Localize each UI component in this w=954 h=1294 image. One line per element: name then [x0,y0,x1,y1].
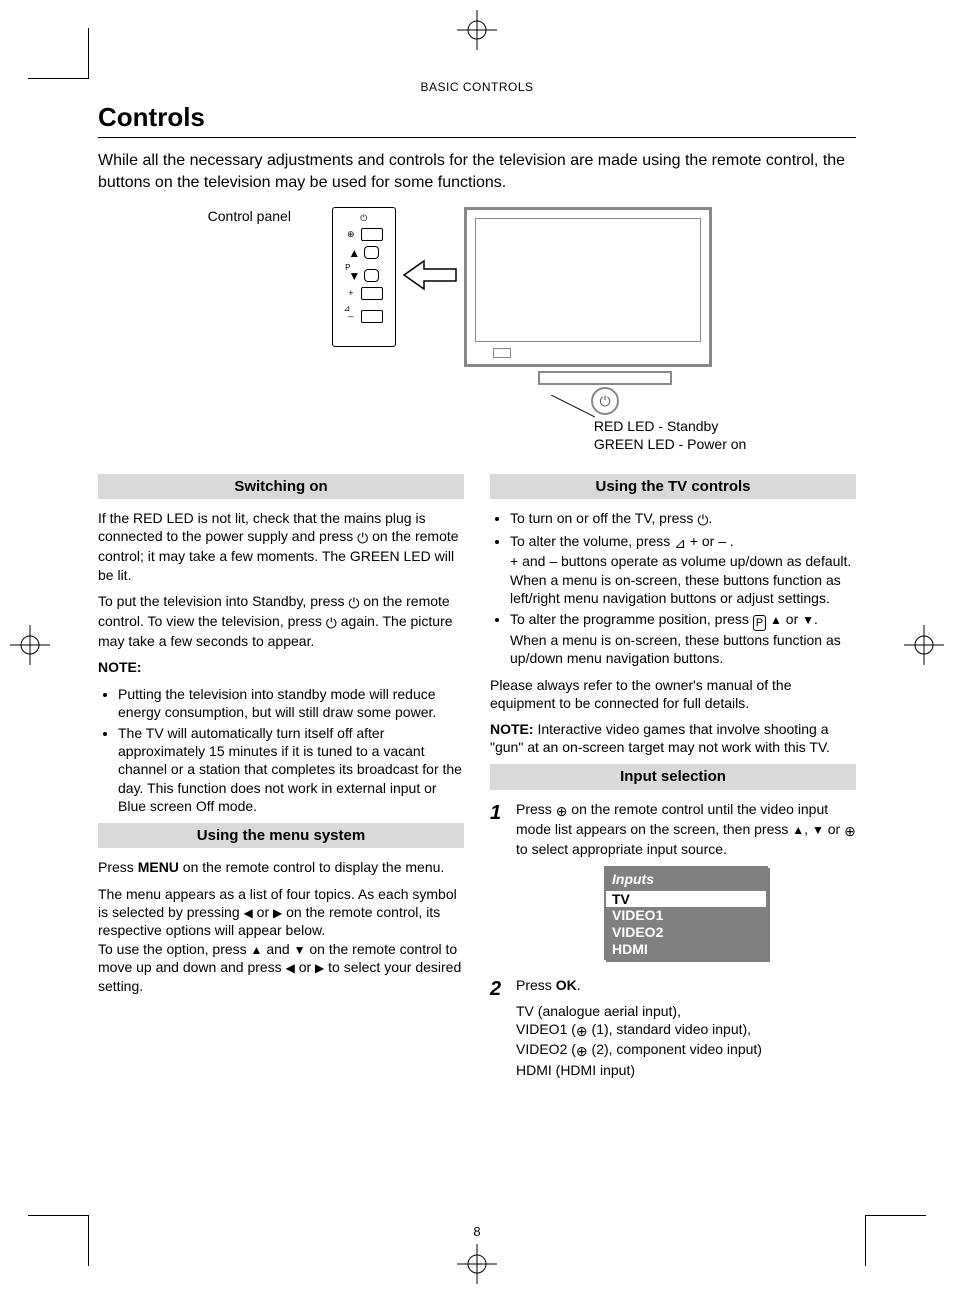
running-head: BASIC CONTROLS [98,80,856,94]
switching-on-p1: If the RED LED is not lit, check that th… [98,509,464,584]
input-descriptions: TV (analogue aerial input), VIDEO1 (⊕ (1… [516,1002,856,1079]
registration-mark-right [904,625,944,669]
list-item: To alter the programme position, press P… [510,610,856,668]
control-panel-label: Control panel [208,208,328,224]
led-red-label: RED LED - Standby [594,417,747,435]
input-icon: ⊕ [844,822,856,840]
right-column: Using the TV controls To turn on or off … [490,468,856,1093]
crop-mark-tl [28,28,89,79]
triangle-up-icon: ▲ [251,943,263,959]
power-icon: ⏻ [358,214,370,223]
heading-input-selection: Input selection [490,764,856,790]
control-panel-illustration: ⏻ ⊕ ▲ P ▼ + ⊿ – [332,207,396,347]
registration-mark-left [10,625,50,669]
pointer-arrow-icon [402,257,458,297]
menu-p2: The menu appears as a list of four topic… [98,885,464,995]
tv-illustration: ⏻ RED LED - Standby GREEN LED - Power on [464,207,747,453]
programme-icon: P [753,615,766,631]
input-icon: ⊕ [345,230,357,239]
plus-icon: + [345,289,357,298]
step-2: 2 Press OK. TV (analogue aerial input), … [490,976,856,1087]
power-icon: ⏻ [348,594,359,612]
input-icon: ⊕ [576,1022,588,1040]
step-number: 1 [490,800,516,970]
triangle-left-icon: ◀ [286,961,295,977]
power-icon: ⏻ [357,529,368,547]
triangle-down-icon: ▼ [802,613,814,629]
menu-p1: Press MENU on the remote control to disp… [98,858,464,876]
note-label: NOTE: [98,658,464,676]
control-diagram: Control panel ⏻ ⊕ ▲ P ▼ + ⊿ – [98,207,856,453]
inputs-menu-title: Inputs [606,868,766,890]
list-item: To alter the volume, press ⊿ + or – . + … [510,532,856,607]
triangle-right-icon: ▶ [315,961,324,977]
inputs-menu-item-selected: TV [606,891,766,908]
intro-paragraph: While all the necessary adjustments and … [98,150,856,193]
inputs-menu-item: VIDEO1 [606,907,766,924]
list-item: The TV will automatically turn itself of… [118,724,464,815]
triangle-down-icon: ▼ [294,943,306,959]
triangle-down-icon: ▼ [812,823,824,839]
tv-controls-after: Please always refer to the owner's manua… [490,676,856,712]
triangle-left-icon: ◀ [244,906,253,922]
page-number: 8 [0,1224,954,1239]
triangle-up-icon: ▲ [792,823,804,839]
crop-mark-br [865,1215,926,1266]
tv-power-button-icon: ⏻ [591,387,619,415]
inputs-menu-item: HDMI [606,941,766,958]
triangle-down-icon: ▼ [348,270,360,282]
registration-mark-bottom [457,1244,497,1284]
switching-on-notes: Putting the television into standby mode… [98,685,464,815]
tv-controls-note: NOTE: Interactive video games that invol… [490,720,856,756]
volume-icon: ⊿ [674,534,686,552]
power-icon: ⏻ [697,511,708,529]
triangle-up-icon: ▲ [348,247,360,259]
input-icon: ⊕ [576,1042,588,1060]
minus-icon: – [345,312,357,321]
inputs-menu-illustration: Inputs TV VIDEO1 VIDEO2 HDMI [604,866,768,959]
registration-mark-top [457,10,497,50]
triangle-up-icon: ▲ [770,613,782,629]
tv-controls-list: To turn on or off the TV, press ⏻. To al… [490,509,856,668]
heading-menu-system: Using the menu system [98,823,464,849]
led-green-label: GREEN LED - Power on [594,435,747,453]
input-icon: ⊕ [556,802,568,820]
step-number: 2 [490,976,516,1087]
power-icon: ⏻ [326,614,337,632]
triangle-right-icon: ▶ [273,906,282,922]
step-1: 1 Press ⊕ on the remote control until th… [490,800,856,970]
list-item: To turn on or off the TV, press ⏻. [510,509,856,529]
switching-on-p2: To put the television into Standby, pres… [98,592,464,651]
left-column: Switching on If the RED LED is not lit, … [98,468,464,1093]
list-item: Putting the television into standby mode… [118,685,464,721]
heading-tv-controls: Using the TV controls [490,474,856,500]
page-title: Controls [98,102,856,138]
crop-mark-bl [28,1215,89,1266]
heading-switching-on: Switching on [98,474,464,500]
inputs-menu-item: VIDEO2 [606,924,766,941]
